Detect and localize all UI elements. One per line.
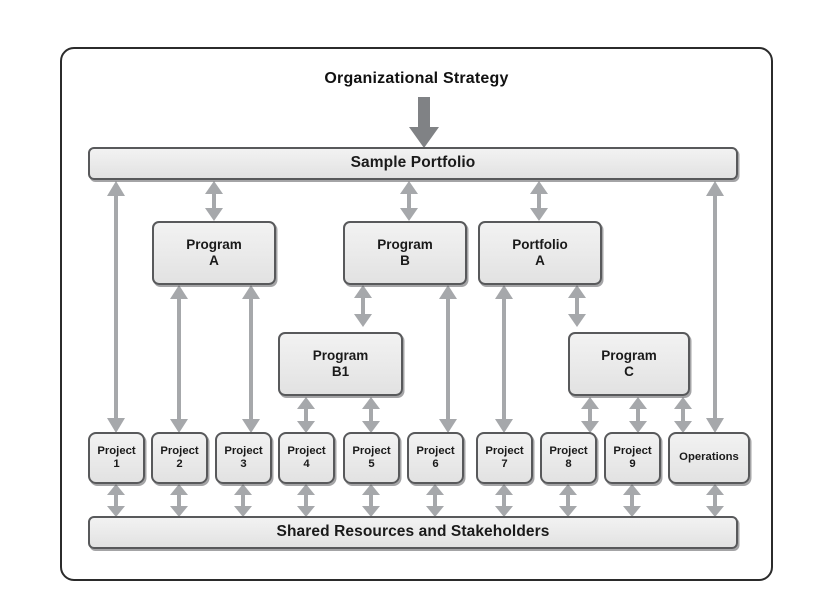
project-4-label: Project 4 [287,444,326,470]
connector-project-5-to-shared [362,484,380,517]
project-2-label: Project 2 [160,444,199,470]
program-b1-box[interactable]: Program B1 [278,332,403,396]
connector-portfolio-to-program-a [205,181,223,221]
project-9-box[interactable]: Project 9 [604,432,661,484]
project-8-box[interactable]: Project 8 [540,432,597,484]
connector-project-6-to-shared [426,484,444,517]
project-2-box[interactable]: Project 2 [151,432,208,484]
connector-program-a-to-project-2 [170,285,188,433]
project-6-label: Project 6 [416,444,455,470]
shared-resources-bar[interactable]: Shared Resources and Stakeholders [88,516,738,549]
connector-portfolio-a-to-program-c [568,285,586,327]
project-3-label: Project 3 [224,444,263,470]
project-3-box[interactable]: Project 3 [215,432,272,484]
connector-program-c-to-project-8 [581,397,599,433]
operations-label: Operations [679,451,739,464]
connector-portfolio-to-program-b [400,181,418,221]
connector-program-b1-to-project-5 [362,397,380,433]
program-c-label: Program C [601,348,657,379]
connector-program-b-to-program-b1 [354,285,372,327]
program-a-label: Program A [186,237,242,268]
project-1-label: Project 1 [97,444,136,470]
connector-operations-to-shared [706,484,724,517]
connector-program-b1-to-project-4 [297,397,315,433]
connector-project-4-to-shared [297,484,315,517]
connector-program-c-to-project-9 [629,397,647,433]
connector-project-3-to-shared [234,484,252,517]
sample-portfolio-bar[interactable]: Sample Portfolio [88,147,738,180]
program-b-box[interactable]: Program B [343,221,467,285]
program-b-label: Program B [377,237,433,268]
connector-program-b-to-project-6 [439,285,457,433]
connector-project-8-to-shared [559,484,577,517]
project-7-label: Project 7 [485,444,524,470]
connector-project-1-to-shared [107,484,125,517]
connector-program-c-to-operations [674,397,692,433]
portfolio-a-box[interactable]: Portfolio A [478,221,602,285]
program-c-box[interactable]: Program C [568,332,690,396]
connector-portfolio-to-operations [706,181,724,433]
project-4-box[interactable]: Project 4 [278,432,335,484]
strategy-down-arrow-icon [409,97,439,148]
program-a-box[interactable]: Program A [152,221,276,285]
program-b1-label: Program B1 [312,348,369,379]
connector-project-2-to-shared [170,484,188,517]
connector-project-9-to-shared [623,484,641,517]
connector-project-7-to-shared [495,484,513,517]
project-7-box[interactable]: Project 7 [476,432,533,484]
project-9-label: Project 9 [613,444,652,470]
diagram-canvas: Organizational Strategy Sample Portfolio… [0,0,833,613]
project-5-label: Project 5 [352,444,391,470]
project-6-box[interactable]: Project 6 [407,432,464,484]
project-8-label: Project 8 [549,444,588,470]
operations-box[interactable]: Operations [668,432,750,484]
connector-portfolio-to-project-1 [107,181,125,433]
sample-portfolio-label: Sample Portfolio [350,154,476,172]
page-title: Organizational Strategy [324,70,509,87]
connector-program-a-to-project-3 [242,285,260,433]
project-5-box[interactable]: Project 5 [343,432,400,484]
shared-resources-label: Shared Resources and Stakeholders [276,523,550,541]
project-1-box[interactable]: Project 1 [88,432,145,484]
connector-portfolio-a-to-project-7 [495,285,513,433]
connector-portfolio-to-portfolio-a [530,181,548,221]
portfolio-a-label: Portfolio A [512,237,568,268]
